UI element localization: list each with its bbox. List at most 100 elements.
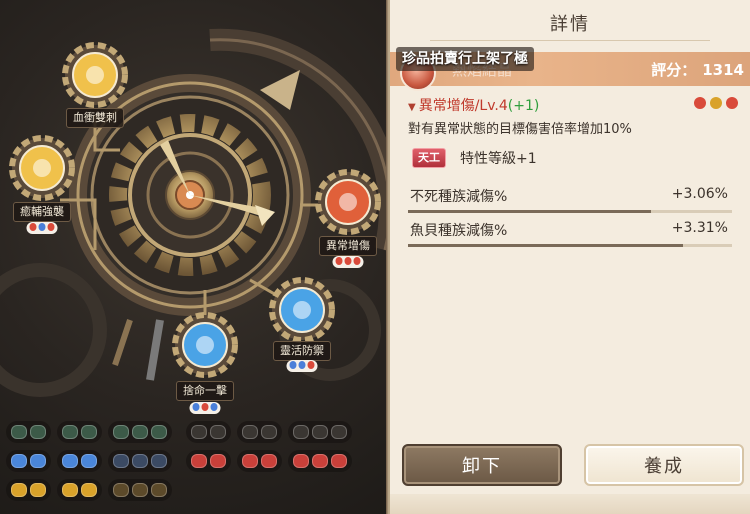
badge-text: 特性等級+1: [460, 151, 537, 167]
slot-group[interactable]: [108, 479, 172, 501]
gem-dot: [38, 223, 46, 231]
node-twin-blade-icon[interactable]: [62, 42, 128, 108]
detail-panel: 詳情 熱焰結晶 評分：1314 ▼異常增傷/Lv.4(+1) 對有異常狀態的目標…: [390, 0, 750, 514]
slot-group[interactable]: [237, 450, 282, 472]
collapse-triangle-icon[interactable]: ▼: [408, 102, 416, 113]
gem-dot: [307, 361, 315, 369]
trait-description: 對有異常狀態的目標傷害倍率增加10%: [408, 122, 632, 137]
slot-pill: [11, 454, 27, 468]
unequip-button[interactable]: 卸下: [402, 444, 562, 486]
slot-pill: [191, 454, 207, 468]
slot-pill: [191, 425, 207, 439]
slot-pill: [30, 425, 46, 439]
slot-group[interactable]: [186, 421, 231, 443]
gem-dot: [335, 257, 343, 265]
slot-pill: [62, 454, 78, 468]
twin-blade-icon: [86, 66, 104, 84]
trait-name: 異常增傷/Lv.4: [418, 98, 508, 114]
slot-pill: [132, 425, 148, 439]
slot-group[interactable]: [57, 421, 102, 443]
tiangong-badge: 天工: [412, 148, 446, 168]
slot-pill: [261, 425, 277, 439]
slot-row: [6, 421, 352, 443]
trait-dots: [694, 97, 738, 109]
stat-bar: [408, 210, 651, 213]
crown-icon: [339, 193, 357, 211]
stat-name: 魚貝種族減傷%: [410, 223, 508, 239]
gem-dot: [298, 361, 306, 369]
slot-group[interactable]: [57, 479, 102, 501]
slot-pill: [132, 454, 148, 468]
stat-value: +3.06%: [671, 186, 728, 202]
slot-pill: [151, 454, 167, 468]
gem-dot: [344, 257, 352, 265]
slot-pill: [81, 483, 97, 497]
slot-group[interactable]: [237, 421, 282, 443]
slot-pill: [312, 454, 328, 468]
node-lightning-icon[interactable]: [172, 312, 238, 378]
node-gem-dots: [286, 360, 318, 372]
slot-pill: [113, 483, 129, 497]
panel-title: 詳情: [550, 14, 590, 35]
trait-bonus: (+1): [507, 98, 540, 114]
gem-dot: [353, 257, 361, 265]
slot-pill: [30, 483, 46, 497]
slot-group[interactable]: [288, 421, 352, 443]
node-gem-dots: [189, 402, 221, 414]
item-score: 評分： 1314: [651, 59, 744, 80]
slot-group[interactable]: [288, 450, 352, 472]
slot-pill: [151, 425, 167, 439]
slot-pill: [132, 483, 148, 497]
gem-dot: [29, 223, 37, 231]
slot-pill: [210, 425, 226, 439]
stat-row: 不死種族減傷% +3.06%: [408, 184, 732, 213]
node-label: 靈活防禦: [273, 341, 331, 361]
trait-dot: [710, 97, 722, 109]
slot-row: [6, 479, 172, 501]
gem-dot: [192, 403, 200, 411]
trait-heading[interactable]: ▼ 異常增傷/Lv.4(+1): [408, 95, 539, 115]
slot-pill: [11, 483, 27, 497]
gem-dot: [47, 223, 55, 231]
gem-dot: [201, 403, 209, 411]
marquee-banner: 珍品拍賣行上架了極: [396, 47, 534, 71]
slot-pill: [11, 425, 27, 439]
slot-pill: [62, 425, 78, 439]
star-icon: [293, 301, 311, 319]
panel-footer: [390, 494, 750, 514]
node-crown-icon[interactable]: [315, 169, 381, 235]
gem-dot: [289, 361, 297, 369]
slot-pill: [242, 425, 258, 439]
slot-pill: [210, 454, 226, 468]
trait-dot: [726, 97, 738, 109]
slot-group[interactable]: [57, 450, 102, 472]
score-label: 評分：: [651, 61, 697, 79]
slot-group[interactable]: [108, 421, 172, 443]
slot-pill: [331, 454, 347, 468]
slot-group[interactable]: [186, 450, 231, 472]
slot-pill: [113, 425, 129, 439]
flame-icon: [33, 159, 51, 177]
stat-value: +3.31%: [671, 220, 728, 236]
title-divider: [430, 40, 710, 41]
slot-group[interactable]: [108, 450, 172, 472]
upgrade-button[interactable]: 養成: [584, 444, 744, 486]
node-flame-icon[interactable]: [9, 135, 75, 201]
slot-pill: [151, 483, 167, 497]
node-star-icon[interactable]: [269, 277, 335, 343]
slot-group[interactable]: [6, 421, 51, 443]
slot-pill: [261, 454, 277, 468]
node-label: 血衝雙刺: [66, 108, 124, 128]
node-label: 異常增傷: [319, 236, 377, 256]
score-value: 1314: [702, 61, 744, 79]
slot-pill: [81, 425, 97, 439]
stat-bar: [408, 244, 684, 247]
slot-group[interactable]: [6, 479, 51, 501]
lightning-icon: [196, 336, 214, 354]
trait-dot: [694, 97, 706, 109]
slot-group[interactable]: [6, 450, 51, 472]
stat-row: 魚貝種族減傷% +3.31%: [408, 218, 732, 247]
gem-dot: [210, 403, 218, 411]
node-label: 癒輔強襲: [13, 202, 71, 222]
slot-pill: [293, 454, 309, 468]
